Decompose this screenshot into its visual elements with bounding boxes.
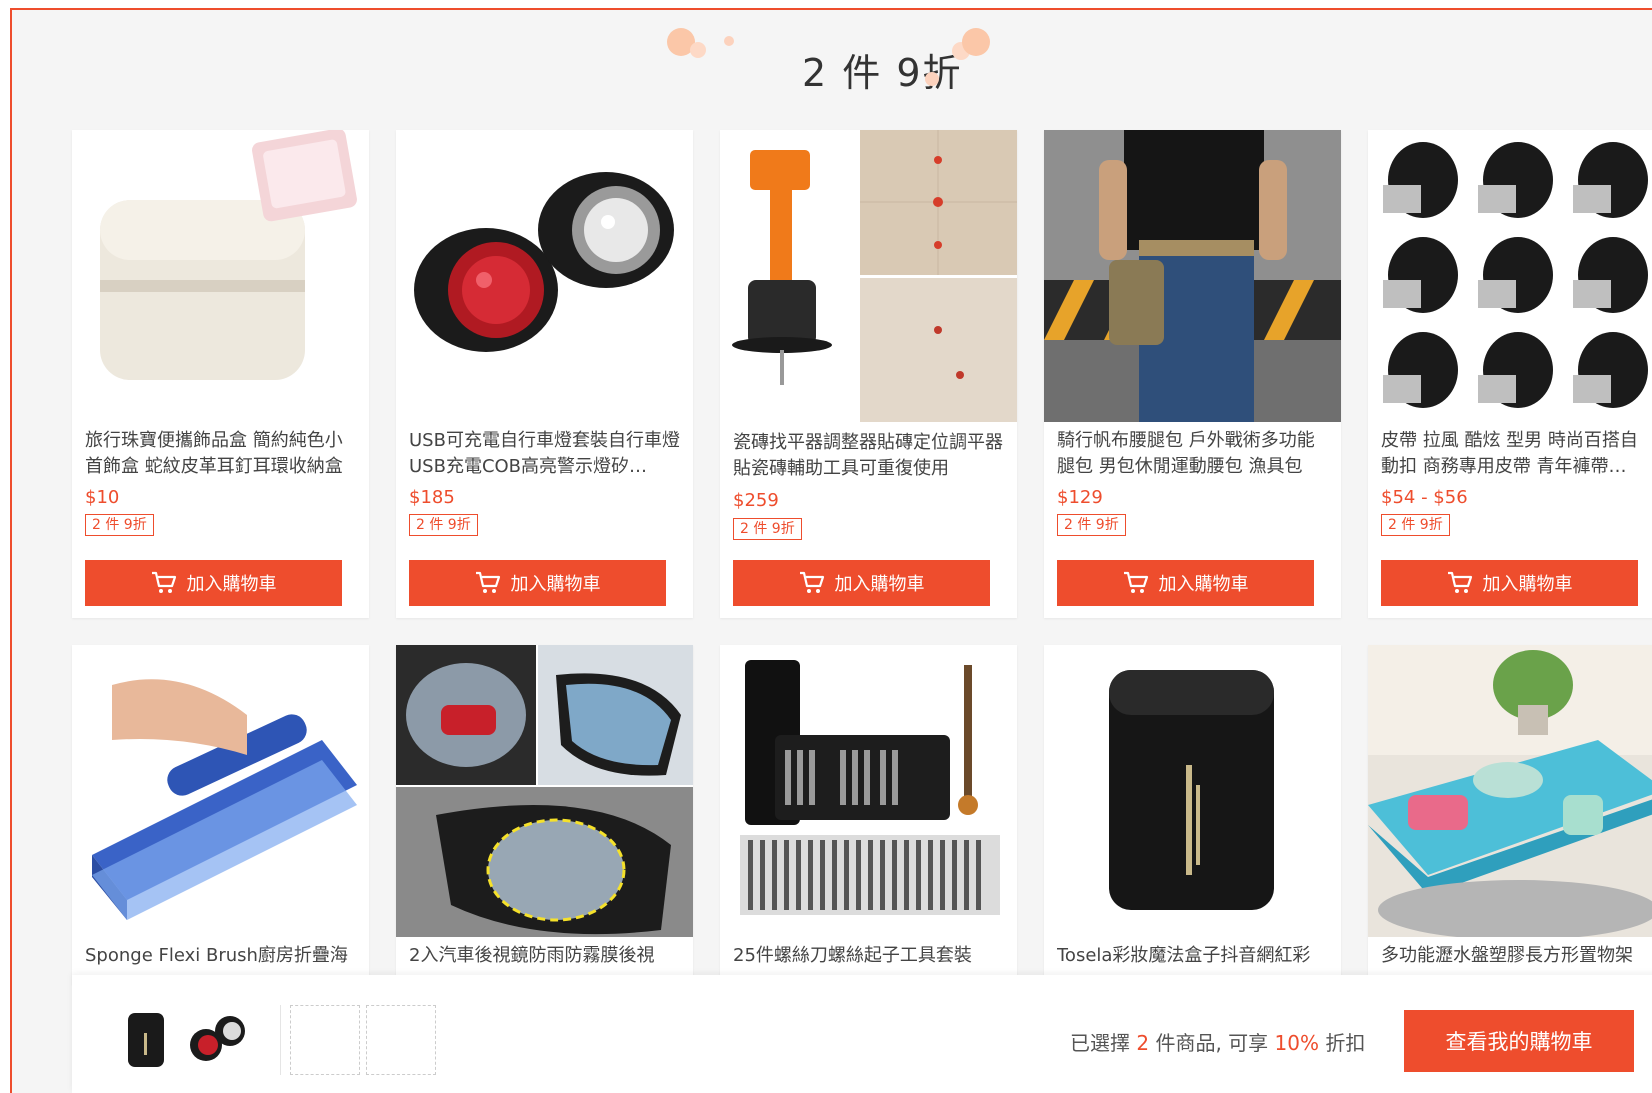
product-price: $259	[733, 490, 779, 511]
add-to-cart-button[interactable]: 加入購物車	[1057, 560, 1314, 606]
product-image[interactable]	[1044, 130, 1341, 422]
decor-bubble	[962, 28, 990, 56]
selected-thumb[interactable]	[180, 1005, 250, 1075]
product-title[interactable]: 旅行珠寶便攜飾品盒 簡約純色小首飾盒 蛇紋皮革耳釘耳環收納盒	[85, 428, 359, 480]
selection-bar: 已選擇 2 件商品, 可享 10% 折扣 查看我的購物車	[72, 975, 1652, 1093]
product-title[interactable]: Tosela彩妝魔法盒子抖音網紅彩	[1057, 943, 1331, 969]
product-price: $185	[409, 487, 455, 508]
product-image[interactable]	[396, 645, 693, 937]
product-price: $10	[85, 487, 120, 508]
thumb-divider	[280, 1005, 281, 1075]
decor-bubble	[724, 36, 734, 46]
product-grid: 旅行珠寶便攜飾品盒 簡約純色小首飾盒 蛇紋皮革耳釘耳環收納盒 $10 2 件 9…	[72, 130, 1652, 985]
product-title[interactable]: 25件螺絲刀螺絲起子工具套裝	[733, 943, 1007, 969]
cart-icon	[1447, 571, 1473, 595]
add-to-cart-button[interactable]: 加入購物車	[1381, 560, 1638, 606]
view-cart-button[interactable]: 查看我的購物車	[1404, 1010, 1634, 1072]
cart-icon	[475, 571, 501, 595]
promo-badge: 2 件 9折	[1381, 514, 1450, 536]
product-card[interactable]: Tosela彩妝魔法盒子抖音網紅彩	[1044, 645, 1341, 985]
add-to-cart-label: 加入購物車	[510, 574, 601, 595]
product-card[interactable]: 騎行帆布腰腿包 戶外戰術多功能腿包 男包休閒運動腰包 漁具包 $129 2 件 …	[1044, 130, 1341, 618]
product-title[interactable]: Sponge Flexi Brush廚房折疊海	[85, 943, 359, 969]
discount-value: 10%	[1274, 1031, 1319, 1055]
promo-badge: 2 件 9折	[1057, 514, 1126, 536]
promo-badge: 2 件 9折	[409, 514, 478, 536]
promo-badge: 2 件 9折	[733, 518, 802, 540]
decor-bubble	[925, 72, 939, 86]
product-image[interactable]	[396, 130, 693, 422]
product-price: $129	[1057, 487, 1103, 508]
selected-thumb[interactable]	[110, 1005, 180, 1075]
product-title[interactable]: 2入汽車後視鏡防雨防霧膜後視	[409, 943, 683, 969]
summary-prefix: 已選擇	[1070, 1031, 1130, 1055]
product-card[interactable]: 多功能瀝水盤塑膠長方形置物架	[1368, 645, 1652, 985]
selection-summary: 已選擇 2 件商品, 可享 10% 折扣	[1070, 1027, 1365, 1056]
add-to-cart-label: 加入購物車	[1482, 574, 1573, 595]
product-title[interactable]: 瓷磚找平器調整器貼磚定位調平器貼瓷磚輔助工具可重復使用	[733, 430, 1007, 482]
promo-banner: 2 件 9折	[12, 28, 1652, 98]
product-image[interactable]	[72, 130, 369, 422]
product-title[interactable]: 騎行帆布腰腿包 戶外戰術多功能腿包 男包休閒運動腰包 漁具包	[1057, 428, 1331, 480]
product-title[interactable]: 多功能瀝水盤塑膠長方形置物架	[1381, 943, 1652, 969]
empty-slot	[290, 1005, 360, 1075]
product-card[interactable]: 皮帶 拉風 酷炫 型男 時尚百搭自動扣 商務專用皮帶 青年褲帶… $54 - $…	[1368, 130, 1652, 618]
product-image[interactable]	[720, 130, 1017, 422]
selected-count: 2	[1136, 1031, 1150, 1055]
product-price: $54 - $56	[1381, 487, 1468, 508]
add-to-cart-button[interactable]: 加入購物車	[733, 560, 990, 606]
empty-slot	[366, 1005, 436, 1075]
product-title[interactable]: 皮帶 拉風 酷炫 型男 時尚百搭自動扣 商務專用皮帶 青年褲帶…	[1381, 428, 1652, 480]
summary-suffix: 折扣	[1325, 1031, 1366, 1055]
product-image[interactable]	[1044, 645, 1341, 937]
cart-icon	[1123, 571, 1149, 595]
add-to-cart-button[interactable]: 加入購物車	[409, 560, 666, 606]
promo-badge: 2 件 9折	[85, 514, 154, 536]
summary-mid: 件商品, 可享	[1155, 1031, 1269, 1055]
cart-icon	[799, 571, 825, 595]
product-image[interactable]	[1368, 130, 1652, 422]
product-card[interactable]: USB可充電自行車燈套裝自行車燈USB充電COB高亮警示燈矽… $185 2 件…	[396, 130, 693, 618]
product-image[interactable]	[1368, 645, 1652, 937]
add-to-cart-label: 加入購物車	[1158, 574, 1249, 595]
add-to-cart-button[interactable]: 加入購物車	[85, 560, 342, 606]
product-card[interactable]: 旅行珠寶便攜飾品盒 簡約純色小首飾盒 蛇紋皮革耳釘耳環收納盒 $10 2 件 9…	[72, 130, 369, 618]
decor-bubble	[690, 42, 706, 58]
product-title[interactable]: USB可充電自行車燈套裝自行車燈USB充電COB高亮警示燈矽…	[409, 428, 683, 480]
cart-icon	[151, 571, 177, 595]
add-to-cart-label: 加入購物車	[834, 574, 925, 595]
product-card[interactable]: 2入汽車後視鏡防雨防霧膜後視	[396, 645, 693, 985]
product-image[interactable]	[720, 645, 1017, 937]
product-card[interactable]: 25件螺絲刀螺絲起子工具套裝	[720, 645, 1017, 985]
product-image[interactable]	[72, 645, 369, 937]
product-card[interactable]: Sponge Flexi Brush廚房折疊海	[72, 645, 369, 985]
promo-title: 2 件 9折	[802, 51, 963, 95]
product-card[interactable]: 瓷磚找平器調整器貼磚定位調平器貼瓷磚輔助工具可重復使用 $259 2 件 9折 …	[720, 130, 1017, 618]
add-to-cart-label: 加入購物車	[186, 574, 277, 595]
